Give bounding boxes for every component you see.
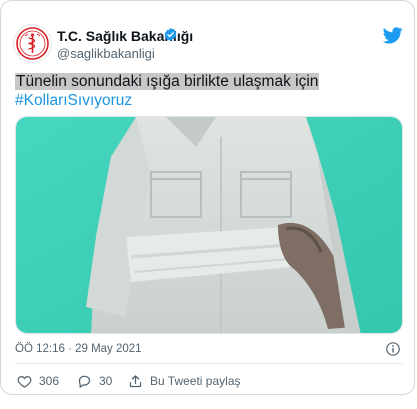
like-button[interactable]: 306 <box>17 373 59 389</box>
verified-icon <box>163 27 178 42</box>
share-label: Bu Tweeti paylaş <box>150 374 241 388</box>
account-avatar[interactable] <box>14 25 51 62</box>
reply-button[interactable]: 30 <box>77 373 112 389</box>
tweet-text: Tünelin sonundaki ışığa birlikte ulaşmak… <box>15 72 320 92</box>
logo-icon <box>16 27 49 60</box>
tweet-media-video[interactable] <box>15 116 403 334</box>
tweet-card[interactable]: T.C. Sağlık Bakanlığı @saglikbakanligi T… <box>0 0 415 395</box>
video-frame <box>16 117 402 333</box>
reply-count: 30 <box>99 374 113 388</box>
like-count: 306 <box>39 374 60 388</box>
account-handle[interactable]: @saglikbakanligi <box>57 46 155 61</box>
info-icon[interactable] <box>386 342 400 356</box>
share-button[interactable]: Bu Tweeti paylaş <box>128 373 241 389</box>
tweet-timestamp[interactable]: ÖÖ 12:16 · 29 May 2021 <box>15 343 142 355</box>
heart-icon <box>17 375 32 388</box>
hashtag-link[interactable]: #KollarıSıvıyoruz <box>15 91 132 111</box>
share-icon <box>129 374 142 387</box>
twitter-bird-icon[interactable] <box>382 27 403 44</box>
reply-icon <box>78 375 91 388</box>
divider <box>15 363 403 364</box>
tweet-text-selection: Tünelin sonundaki ışığa birlikte ulaşmak… <box>15 73 320 90</box>
